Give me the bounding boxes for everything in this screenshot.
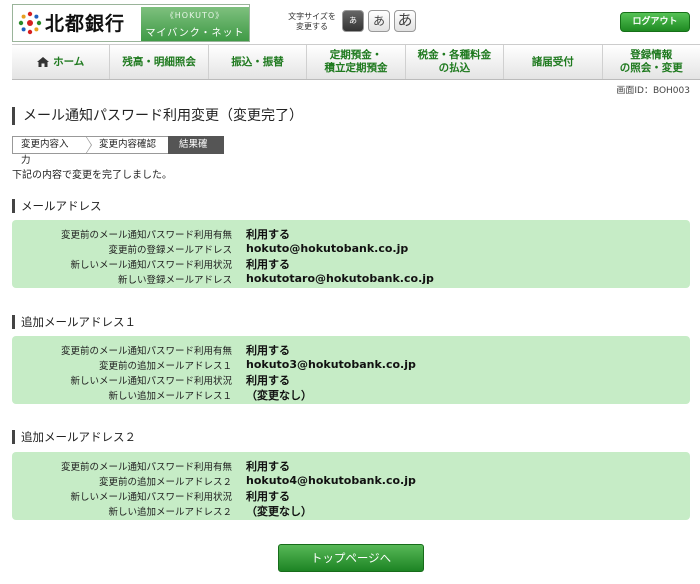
font-size-large-button[interactable]: あ [394,10,416,32]
row-value: hokuto3@hokutobank.co.jp [246,358,416,371]
row-value: hokutotaro@hokutobank.co.jp [246,272,434,285]
row-label: 変更前のメール通知パスワード利用有無 [60,461,232,473]
main-nav: ホーム 残高・明細照会 振込・振替 定期預金・ 積立定期預金 税金・各種料金 の… [12,44,700,80]
row-value: 利用する [246,343,290,357]
row-value: 利用する [246,373,290,387]
detail-row: 変更前のメール通知パスワード利用有無 利用する [12,226,690,241]
bank-logo-icon [18,11,42,35]
logo-banner: 《HOKUTO》 マイバンク・ネット [141,7,249,41]
row-value: 利用する [246,257,290,271]
font-size-label-text: 文字サイズを変更する [288,12,336,31]
row-value: （変更なし） [246,504,312,518]
panel-email: 変更前のメール通知パスワード利用有無 利用する 変更前の登録メールアドレス ho… [12,220,690,288]
section-title-additional-email-2: 追加メールアドレス２ [12,430,136,444]
detail-row: 変更前の登録メールアドレス hokuto@hokutobank.co.jp [12,241,690,256]
nav-item-tax-payment[interactable]: 税金・各種料金 の払込 [404,45,503,79]
section-title-additional-email-1: 追加メールアドレス１ [12,315,136,329]
step-input: 変更内容入力 [12,136,92,166]
row-value: hokuto@hokutobank.co.jp [246,242,409,255]
row-label: 変更前のメール通知パスワード利用有無 [60,345,232,357]
step-label: 変更内容入力 [21,139,69,166]
row-label: 変更前の追加メールアドレス１ [98,360,232,372]
detail-row: 新しい追加メールアドレス１ （変更なし） [12,387,690,402]
font-size-label: 文字サイズを変更する [286,12,338,32]
page-title: メール通知パスワード利用変更（変更完了） [12,107,303,125]
row-label: 新しいメール通知パスワード利用状況 [70,259,232,271]
nav-item-label: 税金・各種料金 の払込 [417,49,492,74]
nav-item-label: 振込・振替 [231,55,284,68]
row-value: 利用する [246,227,290,241]
bank-logo[interactable]: 北都銀行 《HOKUTO》 マイバンク・ネット [12,4,250,42]
nav-item-time-deposit[interactable]: 定期預金・ 積立定期預金 [306,45,404,79]
detail-row: 変更前のメール通知パスワード利用有無 利用する [12,342,690,357]
font-size-small-button[interactable]: あ [342,10,364,32]
row-value: hokuto4@hokutobank.co.jp [246,474,416,487]
nav-item-label: 残高・明細照会 [122,55,196,68]
detail-row: 新しい追加メールアドレス２ （変更なし） [12,503,690,518]
screen-id: 画面ID：BOH003 [616,86,690,96]
row-label: 新しい登録メールアドレス [117,274,232,286]
nav-item-label: ホーム [53,55,85,68]
detail-row: 新しいメール通知パスワード利用状況 利用する [12,256,690,271]
nav-item-registration-info[interactable]: 登録情報 の照会・変更 [601,45,700,79]
row-value: 利用する [246,489,290,503]
nav-item-label: 登録情報 の照会・変更 [619,49,683,74]
step-confirm: 変更内容確認 [86,136,174,154]
row-label: 新しいメール通知パスワード利用状況 [70,375,232,387]
nav-item-applications[interactable]: 諸届受付 [503,45,601,79]
detail-row: 新しいメール通知パスワード利用状況 利用する [12,488,690,503]
home-icon [37,57,50,67]
detail-row: 変更前の追加メールアドレス２ hokuto4@hokutobank.co.jp [12,473,690,488]
panel-additional-email-1: 変更前のメール通知パスワード利用有無 利用する 変更前の追加メールアドレス１ h… [12,336,690,404]
panel-additional-email-2: 変更前のメール通知パスワード利用有無 利用する 変更前の追加メールアドレス２ h… [12,452,690,520]
progress-steps: 変更内容入力 変更内容確認 結果確認 [12,136,224,166]
logo-service-name: マイバンク・ネット [145,28,245,39]
row-label: 変更前のメール通知パスワード利用有無 [60,229,232,241]
logo-hokuto-text: 《HOKUTO》 [165,11,225,20]
font-size-medium-button[interactable]: あ [368,10,390,32]
top-page-button[interactable]: トップページへ [278,544,424,572]
completion-message: 下記の内容で変更を完了しました。 [12,170,172,181]
row-value: 利用する [246,459,290,473]
section-title-email: メールアドレス [12,199,102,213]
header: 北都銀行 《HOKUTO》 マイバンク・ネット 文字サイズを変更する あ あ あ… [0,0,700,46]
nav-item-home[interactable]: ホーム [12,45,109,79]
row-label: 変更前の登録メールアドレス [108,244,232,256]
nav-item-transfer[interactable]: 振込・振替 [207,45,306,79]
detail-row: 新しい登録メールアドレス hokutotaro@hokutobank.co.jp [12,271,690,286]
nav-item-label: 諸届受付 [531,55,574,68]
nav-item-label: 定期預金・ 積立定期預金 [324,49,388,74]
step-result: 結果確認 [168,136,224,166]
step-arrow-icon [168,136,174,154]
row-label: 新しい追加メールアドレス１ [108,390,232,402]
bank-name: 北都銀行 [45,13,126,35]
detail-row: 変更前の追加メールアドレス１ hokuto3@hokutobank.co.jp [12,357,690,372]
nav-item-balance[interactable]: 残高・明細照会 [109,45,207,79]
row-label: 変更前の追加メールアドレス２ [98,476,232,488]
step-label: 結果確認 [179,139,208,166]
row-label: 新しいメール通知パスワード利用状況 [70,491,232,503]
logout-button[interactable]: ログアウト [620,12,690,32]
step-label: 変更内容確認 [99,139,157,150]
detail-row: 新しいメール通知パスワード利用状況 利用する [12,372,690,387]
row-value: （変更なし） [246,388,312,402]
detail-row: 変更前のメール通知パスワード利用有無 利用する [12,458,690,473]
row-label: 新しい追加メールアドレス２ [108,506,232,518]
